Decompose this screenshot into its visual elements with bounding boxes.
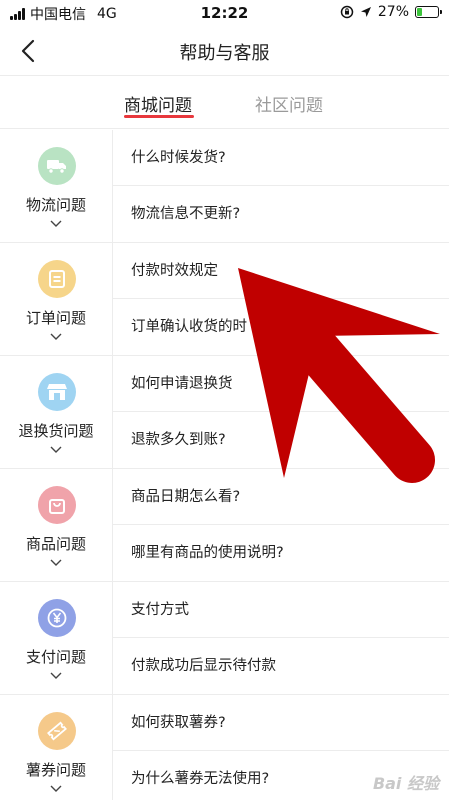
category-logistics[interactable]: 物流问题: [0, 130, 113, 243]
category-label: 商品问题: [25, 535, 86, 553]
truck-icon: [38, 147, 76, 185]
category-row-logistics: 物流问题 什么时候发货? 物流信息不更新?: [0, 130, 449, 243]
battery-percent: 27%: [377, 4, 409, 20]
category-label: 订单问题: [25, 309, 86, 327]
question-item[interactable]: 退款多久到账?: [113, 412, 449, 468]
rotation-lock-icon: [340, 5, 354, 19]
category-orders[interactable]: 订单问题: [0, 243, 113, 356]
location-icon: [360, 7, 371, 17]
question-item[interactable]: 什么时候发货?: [113, 130, 449, 186]
battery-icon: [415, 6, 442, 18]
chevron-down-icon: [50, 559, 62, 566]
status-right: 27%: [340, 4, 442, 20]
active-tab-indicator: [124, 115, 194, 118]
chevron-down-icon: [50, 220, 62, 227]
ticket-icon: [38, 712, 76, 750]
category-products[interactable]: 商品问题: [0, 469, 113, 582]
category-row-payment: 支付问题 支付方式 付款成功后显示待付款: [0, 582, 449, 695]
faq-list: 物流问题 什么时候发货? 物流信息不更新? 订单问题 付款时效规定 订单确认收货…: [0, 130, 449, 800]
question-item[interactable]: 如何获取薯券?: [113, 695, 449, 751]
question-item[interactable]: 如何申请退换货: [113, 356, 449, 412]
category-payment[interactable]: 支付问题: [0, 582, 113, 695]
tab-bar: 商城问题 社区问题: [0, 77, 449, 129]
page-title: 帮助与客服: [179, 43, 270, 64]
watermark: Bai 经验: [372, 774, 439, 793]
chevron-down-icon: [50, 333, 62, 340]
question-item[interactable]: 订单确认收货的时: [113, 299, 449, 355]
status-bar: 中国电信 4G 12:22 27%: [0, 0, 449, 26]
question-item[interactable]: 哪里有商品的使用说明?: [113, 525, 449, 581]
category-coupons[interactable]: 薯券问题: [0, 695, 113, 800]
question-item[interactable]: 支付方式: [113, 582, 449, 638]
category-label: 薯券问题: [25, 761, 86, 779]
category-row-products: 商品问题 商品日期怎么看? 哪里有商品的使用说明?: [0, 469, 449, 582]
question-item[interactable]: 物流信息不更新?: [113, 186, 449, 242]
category-label: 退换货问题: [18, 422, 94, 440]
chevron-down-icon: [50, 672, 62, 679]
bag-icon: [38, 486, 76, 524]
chevron-down-icon: [50, 446, 62, 453]
question-item[interactable]: 付款时效规定: [113, 243, 449, 299]
question-item[interactable]: 付款成功后显示待付款: [113, 638, 449, 694]
order-icon: [38, 260, 76, 298]
chevron-down-icon: [50, 785, 62, 792]
category-row-orders: 订单问题 付款时效规定 订单确认收货的时: [0, 243, 449, 356]
yen-icon: [38, 599, 76, 637]
tab-community-questions[interactable]: 社区问题: [255, 91, 323, 116]
nav-bar: 帮助与客服: [0, 26, 449, 76]
category-label: 支付问题: [25, 648, 86, 666]
shop-icon: [38, 373, 76, 411]
tab-mall-questions[interactable]: 商城问题: [124, 91, 192, 116]
category-returns[interactable]: 退换货问题: [0, 356, 113, 469]
category-row-returns: 退换货问题 如何申请退换货 退款多久到账?: [0, 356, 449, 469]
category-label: 物流问题: [25, 196, 86, 214]
question-item[interactable]: 商品日期怎么看?: [113, 469, 449, 525]
